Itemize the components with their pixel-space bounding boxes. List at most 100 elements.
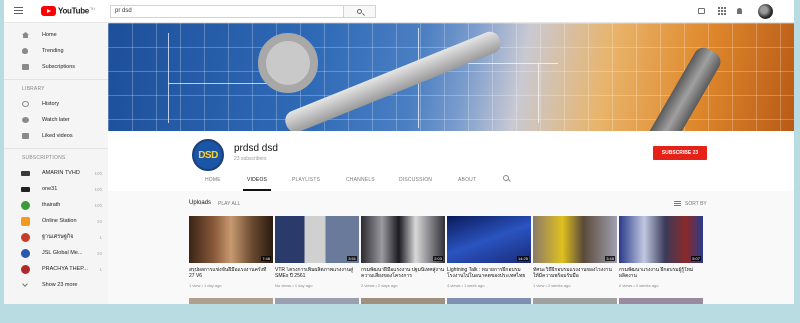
tab-home[interactable]: HOME [205, 177, 221, 183]
channel-name: prdsd dsd [234, 143, 278, 154]
channel-avatar [21, 249, 30, 258]
clock-icon [22, 117, 29, 123]
tab-about[interactable]: ABOUT [458, 177, 476, 183]
tab-channels[interactable]: CHANNELS [346, 177, 375, 183]
youtube-wordmark: YouTubeTH [58, 6, 95, 16]
video-meta: 4 views • 1 week ago [447, 283, 485, 288]
search-icon [357, 9, 362, 14]
sort-by-button[interactable]: SORT BY [685, 201, 707, 207]
subscriptions-icon [22, 64, 29, 70]
video-meta: No views • 1 day ago [275, 283, 313, 288]
sidebar-item-history[interactable]: History [4, 96, 108, 112]
menu-icon[interactable] [14, 7, 23, 15]
video-card[interactable]: 3:45 ทัศนะวิถีฝึกอบรมแรงงานของโรงงานให้ม… [533, 216, 617, 288]
video-card[interactable]: 7:48 สรุปผลการแข่งขันฝีมือแรงงานครั้งที่… [189, 216, 273, 288]
video-thumbnail[interactable]: 5:07 [619, 216, 703, 263]
sidebar-item-watch-later[interactable]: Watch later [4, 112, 108, 128]
sidebar-item-trending[interactable]: Trending [4, 43, 108, 59]
video-thumbnail[interactable]: 3:45 [533, 216, 617, 263]
video-card[interactable]: 3:51 VTR โครงการเพิ่มผลิตภาพแรงงานสู่ SM… [275, 216, 359, 288]
video-thumbnail[interactable]: 14:25 [447, 216, 531, 263]
home-icon [22, 32, 29, 38]
video-thumbnail[interactable]: 3:51 [275, 216, 359, 263]
channel-search-icon[interactable] [503, 175, 509, 181]
play-all-button[interactable]: PLAY ALL [218, 201, 240, 207]
channel-tabs: HOME VIDEOS PLAYLISTS CHANNELS DISCUSSIO… [108, 171, 794, 191]
video-title[interactable]: Lightning Talk : หมายการฝึกอบรมโรงงานไปใ… [447, 267, 531, 279]
video-duration: 3:51 [347, 256, 357, 261]
video-duration: 2:03 [433, 256, 443, 261]
show-more-button[interactable]: Show 23 more [4, 277, 108, 293]
subscription-item[interactable]: Online Station 20 [4, 213, 108, 229]
video-meta: 2 views • 2 days ago [361, 283, 398, 288]
video-duration: 5:07 [691, 256, 701, 261]
video-card[interactable]: 14:25 Lightning Talk : หมายการฝึกอบรมโรง… [447, 216, 531, 288]
history-icon [22, 101, 29, 107]
sidebar-item-liked-videos[interactable]: Liked videos [4, 128, 108, 144]
channel-avatar [21, 217, 30, 226]
subscription-item[interactable]: JSL Global Me... 20 [4, 245, 108, 261]
sidebar-item-subscriptions[interactable]: Subscriptions [4, 59, 108, 75]
youtube-logo[interactable]: YouTubeTH [41, 5, 95, 17]
channel-avatar[interactable]: DSD [192, 139, 224, 171]
channel-avatar [21, 201, 30, 210]
video-duration: 14:25 [516, 256, 529, 261]
create-video-icon[interactable] [698, 8, 705, 14]
video-thumbnail[interactable] [275, 298, 359, 304]
channel-header: DSD prdsd dsd 23 subscribers SUBSCRIBE 2… [108, 131, 794, 191]
video-thumbnail[interactable] [533, 298, 617, 304]
video-title[interactable]: สรุปผลการแข่งขันฝีมือแรงงานครั้งที่ 27 V… [189, 267, 273, 279]
video-thumbnail[interactable] [189, 298, 273, 304]
sort-icon[interactable] [674, 201, 681, 206]
video-title[interactable]: VTR โครงการเพิ่มผลิตภาพแรงงานสู่ SMEs ปี… [275, 267, 359, 279]
sidebar-item-home[interactable]: Home [4, 27, 108, 43]
video-thumbnail[interactable] [361, 298, 445, 304]
browser-frame: YouTubeTH pr dsd Home Trending Subscript… [4, 0, 794, 304]
video-title[interactable]: กรมพัฒนาแรงงาน ฝึกอบรมผู้รู้ใหม่ ผลิตงาน [619, 267, 703, 279]
video-thumbnail[interactable]: 7:48 [189, 216, 273, 263]
sidebar: Home Trending Subscriptions LIBRARY Hist… [4, 23, 108, 304]
video-duration: 3:45 [605, 256, 615, 261]
video-card[interactable]: 5:07 กรมพัฒนาแรงงาน ฝึกอบรมผู้รู้ใหม่ ผล… [619, 216, 703, 288]
subscription-item[interactable]: one31 100 [4, 181, 108, 197]
video-meta: 1 view • 1 day ago [189, 283, 222, 288]
channel-banner [108, 23, 794, 131]
video-card[interactable]: 2:03 กรมพัฒนาฝีมือแรงงาน ปฐมนิเทศสู่งานค… [361, 216, 445, 288]
subscription-item[interactable]: AMARIN TVHD 100 [4, 165, 108, 181]
search-input[interactable]: pr dsd [110, 5, 344, 18]
thumbs-up-icon [22, 133, 29, 139]
top-bar: YouTubeTH pr dsd [4, 0, 794, 23]
sidebar-divider [4, 148, 108, 149]
sidebar-divider [4, 79, 108, 80]
video-meta: 0 views • 2 weeks ago [619, 283, 659, 288]
video-title[interactable]: กรมพัฒนาฝีมือแรงงาน ปฐมนิเทศสู่งานความเส… [361, 267, 445, 279]
library-heading: LIBRARY [22, 86, 45, 92]
active-tab-indicator [243, 189, 271, 191]
account-avatar[interactable] [758, 4, 773, 19]
video-meta: 1 view • 2 weeks ago [533, 283, 571, 288]
video-thumbnail[interactable]: 2:03 [361, 216, 445, 263]
tab-discussion[interactable]: DISCUSSION [399, 177, 432, 183]
channel-avatar [21, 233, 30, 242]
channel-avatar [21, 265, 30, 274]
video-duration: 7:48 [261, 256, 271, 261]
subscriptions-heading: SUBSCRIPTIONS [22, 155, 66, 161]
tab-videos[interactable]: VIDEOS [247, 177, 267, 183]
notifications-bell-icon[interactable] [737, 8, 742, 14]
channel-avatar [21, 171, 30, 176]
channel-avatar [21, 187, 30, 192]
flame-icon [22, 48, 28, 54]
video-thumbnail[interactable] [447, 298, 531, 304]
subscription-item[interactable]: thairath 100 [4, 197, 108, 213]
subscription-item[interactable]: PRACHYA THEP... 1 [4, 261, 108, 277]
video-title[interactable]: ทัศนะวิถีฝึกอบรมแรงงานของโรงงานให้มีความ… [533, 267, 617, 279]
uploads-heading[interactable]: Uploads [189, 200, 211, 206]
subscription-item[interactable]: ฐานเศรษฐกิจ 1 [4, 229, 108, 245]
subscribe-button[interactable]: SUBSCRIBE 23 [653, 146, 707, 160]
subscriber-count: 23 subscribers [234, 156, 267, 162]
search-button[interactable] [344, 5, 376, 18]
video-thumbnail[interactable] [619, 298, 703, 304]
apps-grid-icon[interactable] [718, 7, 726, 15]
tab-playlists[interactable]: PLAYLISTS [292, 177, 320, 183]
youtube-play-icon [41, 6, 56, 16]
